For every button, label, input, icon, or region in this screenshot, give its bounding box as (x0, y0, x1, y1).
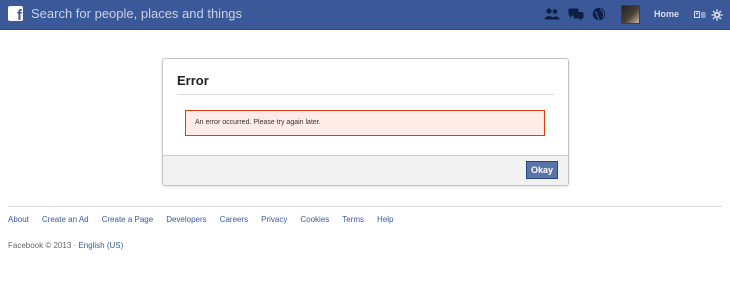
footer-divider (8, 206, 722, 207)
settings-icon[interactable] (711, 8, 723, 21)
footer-link-cookies[interactable]: Cookies (300, 214, 329, 226)
footer-link-about[interactable]: About (8, 214, 29, 226)
search-input[interactable] (31, 3, 451, 25)
home-link[interactable]: Home (654, 7, 679, 21)
dialog-footer: Okay (163, 155, 568, 185)
dialog-title: Error (177, 73, 209, 88)
top-bar: f Home (0, 0, 730, 30)
footer-links: About Create an Ad Create a Page Develop… (8, 214, 407, 226)
error-message: An error occurred. Please try again late… (195, 119, 321, 126)
facebook-logo-icon[interactable]: f (8, 6, 23, 23)
notifications-icon[interactable] (590, 6, 608, 22)
privacy-shortcuts-icon[interactable] (694, 8, 706, 20)
error-message-box: An error occurred. Please try again late… (185, 110, 545, 136)
dialog-divider (177, 94, 554, 95)
footer-link-careers[interactable]: Careers (220, 214, 248, 226)
footer-link-help[interactable]: Help (377, 214, 393, 226)
copyright-text: Facebook © 2013 · (8, 241, 79, 250)
avatar[interactable] (621, 5, 640, 24)
footer-link-create-ad[interactable]: Create an Ad (42, 214, 89, 226)
footer-link-create-page[interactable]: Create a Page (102, 214, 154, 226)
messages-icon[interactable] (567, 6, 585, 22)
okay-button[interactable]: Okay (526, 161, 558, 179)
language-link[interactable]: English (US) (78, 241, 123, 250)
friends-icon[interactable] (543, 6, 561, 22)
copyright-line: Facebook © 2013 · English (US) (8, 240, 123, 252)
error-dialog: Error An error occurred. Please try agai… (162, 58, 569, 186)
footer-link-privacy[interactable]: Privacy (261, 214, 287, 226)
footer-link-developers[interactable]: Developers (166, 214, 206, 226)
footer-link-terms[interactable]: Terms (342, 214, 364, 226)
